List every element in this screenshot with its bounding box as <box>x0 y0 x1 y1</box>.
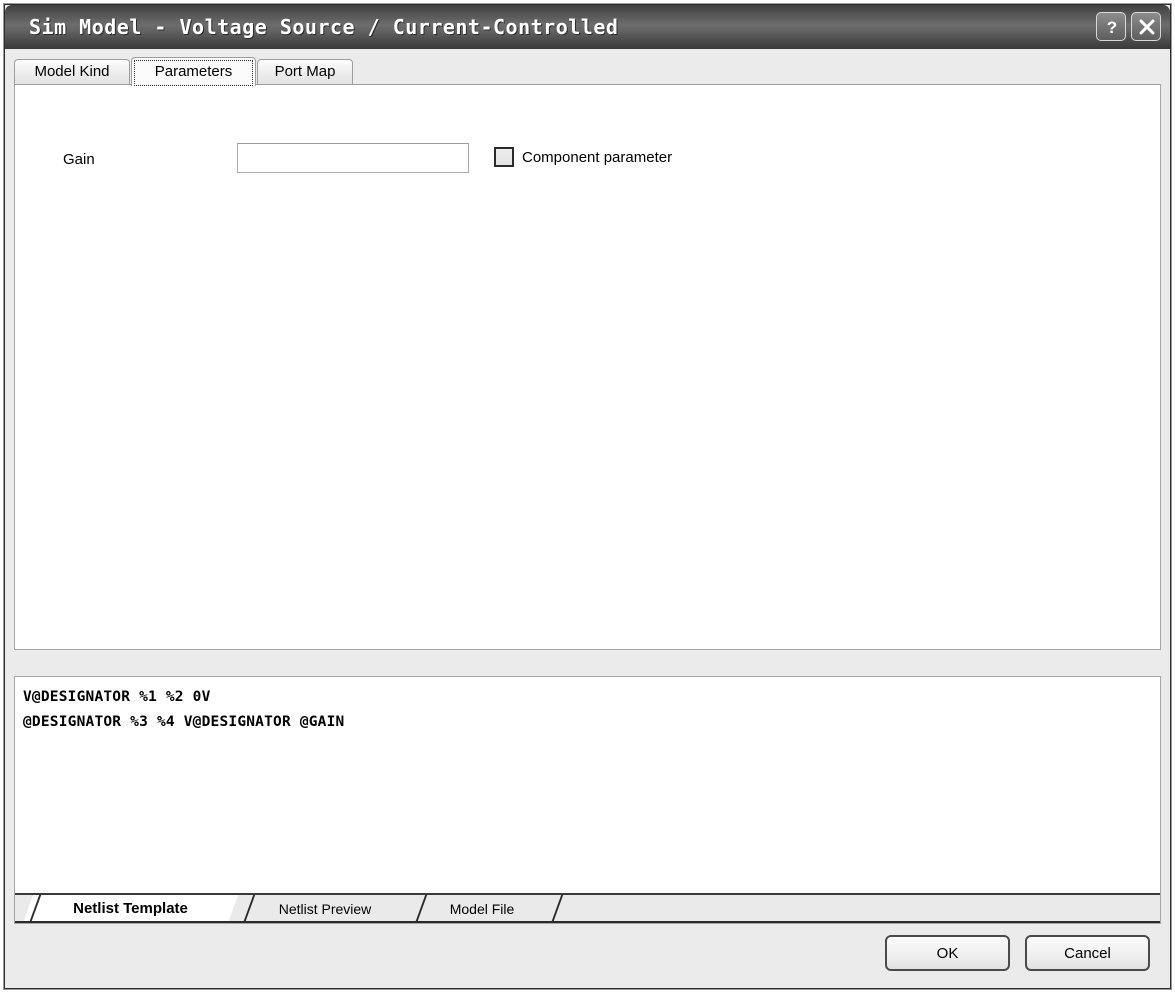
netlist-tab-netlist-template-label: Netlist Template <box>73 900 188 917</box>
gain-input[interactable] <box>237 143 469 173</box>
netlist-panel: V@DESIGNATOR %1 %2 0V @DESIGNATOR %3 %4 … <box>14 676 1161 924</box>
netlist-tab-netlist-preview-label: Netlist Preview <box>278 901 372 917</box>
component-parameter-label: Component parameter <box>522 148 673 166</box>
netlist-template-text[interactable]: V@DESIGNATOR %1 %2 0V @DESIGNATOR %3 %4 … <box>23 685 1152 735</box>
tab-separator <box>551 895 564 923</box>
tab-model-kind[interactable]: Model Kind <box>14 59 130 85</box>
tab-model-kind-label: Model Kind <box>34 63 110 80</box>
tab-port-map-label: Port Map <box>274 63 336 80</box>
ok-button[interactable]: OK <box>885 935 1010 971</box>
component-parameter-checkbox[interactable]: Component parameter <box>494 147 672 167</box>
netlist-tab-model-file-label: Model File <box>449 901 515 917</box>
parameters-panel: Gain Component parameter <box>14 84 1161 650</box>
netlist-tab-netlist-template[interactable]: Netlist Template <box>23 895 238 923</box>
tab-bar: Model Kind Parameters Port Map <box>14 57 1161 86</box>
tab-port-map[interactable]: Port Map <box>257 59 353 85</box>
gain-field-row: Gain Component parameter <box>15 143 1160 175</box>
help-button[interactable]: ? <box>1096 12 1126 41</box>
close-x-icon <box>1139 19 1155 35</box>
tab-parameters[interactable]: Parameters <box>131 57 256 86</box>
dialog-footer: OK Cancel <box>5 935 1170 983</box>
netlist-tab-model-file[interactable]: Model File <box>412 895 552 923</box>
svg-text:?: ? <box>1107 18 1117 37</box>
close-button[interactable] <box>1131 12 1161 41</box>
window-controls: ? <box>1096 12 1161 41</box>
question-mark-icon: ? <box>1107 18 1117 37</box>
tab-parameters-label: Parameters <box>154 63 233 80</box>
title-bar: Sim Model - Voltage Source / Current-Con… <box>5 5 1170 49</box>
gain-label: Gain <box>63 151 95 168</box>
window-title: Sim Model - Voltage Source / Current-Con… <box>29 15 619 39</box>
cancel-button[interactable]: Cancel <box>1025 935 1150 971</box>
checkbox-box-icon <box>494 147 514 167</box>
netlist-tab-bar: Netlist Template Netlist Preview Model F… <box>15 895 1160 923</box>
netlist-tab-netlist-preview[interactable]: Netlist Preview <box>240 895 410 923</box>
netlist-tab-baseline <box>15 921 1160 923</box>
sim-model-dialog: Sim Model - Voltage Source / Current-Con… <box>4 4 1171 989</box>
